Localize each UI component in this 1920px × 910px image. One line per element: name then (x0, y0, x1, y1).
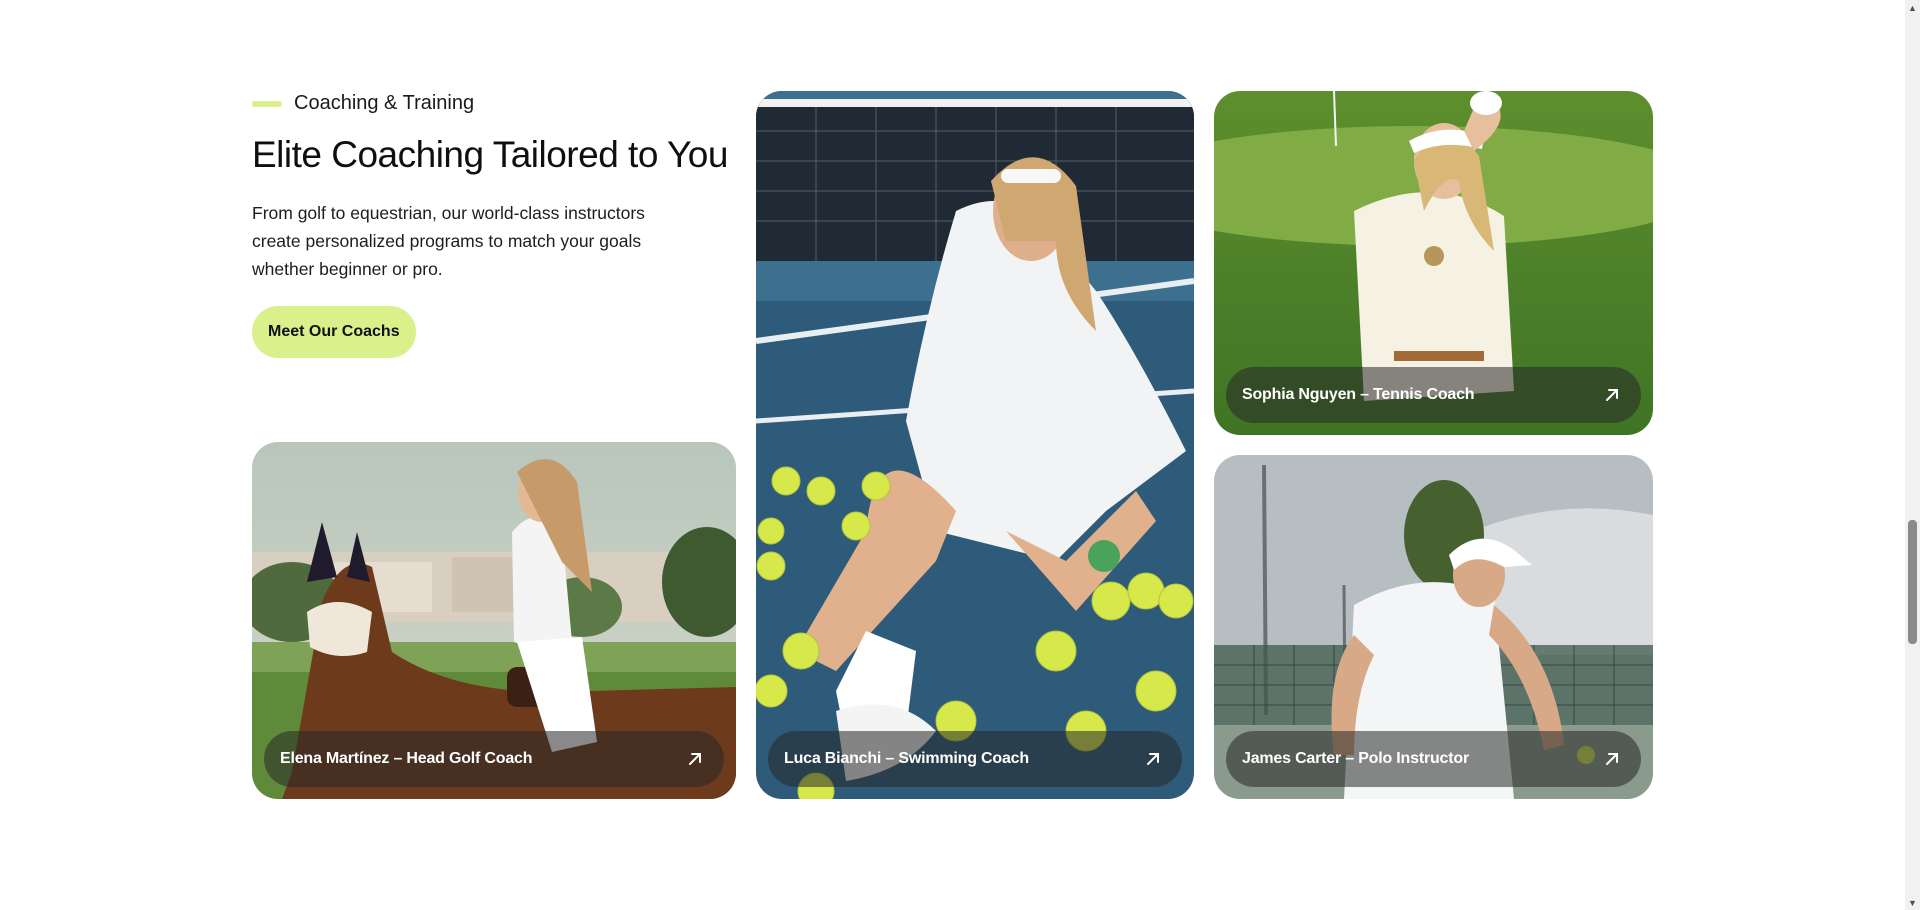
coach-card-elena[interactable]: Elena Martínez – Head Golf Coach (252, 442, 736, 799)
section-heading: Elite Coaching Tailored to You (252, 134, 728, 175)
eyebrow-label: Coaching & Training (294, 92, 475, 114)
scroll-thumb[interactable] (1908, 520, 1917, 644)
coaching-section: Coaching & Training Elite Coaching Tailo… (0, 0, 1905, 910)
coach-caption: Elena Martínez – Head Golf Coach (264, 731, 724, 787)
section-description: From golf to equestrian, our world-class… (252, 203, 645, 279)
arrow-up-right-icon[interactable] (1603, 386, 1621, 404)
coach-card-james[interactable]: James Carter – Polo Instructor (1214, 455, 1653, 799)
eyebrow: Coaching & Training (252, 92, 474, 115)
eyebrow-accent-bar (252, 100, 282, 107)
coach-name: Sophia Nguyen – Tennis Coach (1242, 386, 1475, 403)
coach-photo-luca (756, 91, 1194, 799)
page-scrollbar[interactable]: ▲ ▼ (1905, 0, 1920, 910)
coach-caption: Luca Bianchi – Swimming Coach (768, 731, 1182, 787)
scroll-up-arrow-icon[interactable]: ▲ (1905, 0, 1920, 15)
coach-caption: James Carter – Polo Instructor (1226, 731, 1641, 787)
arrow-up-right-icon[interactable] (1603, 750, 1621, 768)
arrow-up-right-icon[interactable] (1144, 750, 1162, 768)
coach-card-luca[interactable]: Luca Bianchi – Swimming Coach (756, 91, 1194, 799)
meet-coaches-button[interactable]: Meet Our Coachs (252, 306, 416, 358)
coach-name: Elena Martínez – Head Golf Coach (280, 750, 533, 767)
coach-name: James Carter – Polo Instructor (1242, 750, 1469, 767)
coach-name: Luca Bianchi – Swimming Coach (784, 750, 1029, 767)
coach-caption: Sophia Nguyen – Tennis Coach (1226, 367, 1641, 423)
scroll-down-arrow-icon[interactable]: ▼ (1905, 895, 1920, 910)
coach-card-sophia[interactable]: Sophia Nguyen – Tennis Coach (1214, 91, 1653, 435)
arrow-up-right-icon[interactable] (686, 750, 704, 768)
